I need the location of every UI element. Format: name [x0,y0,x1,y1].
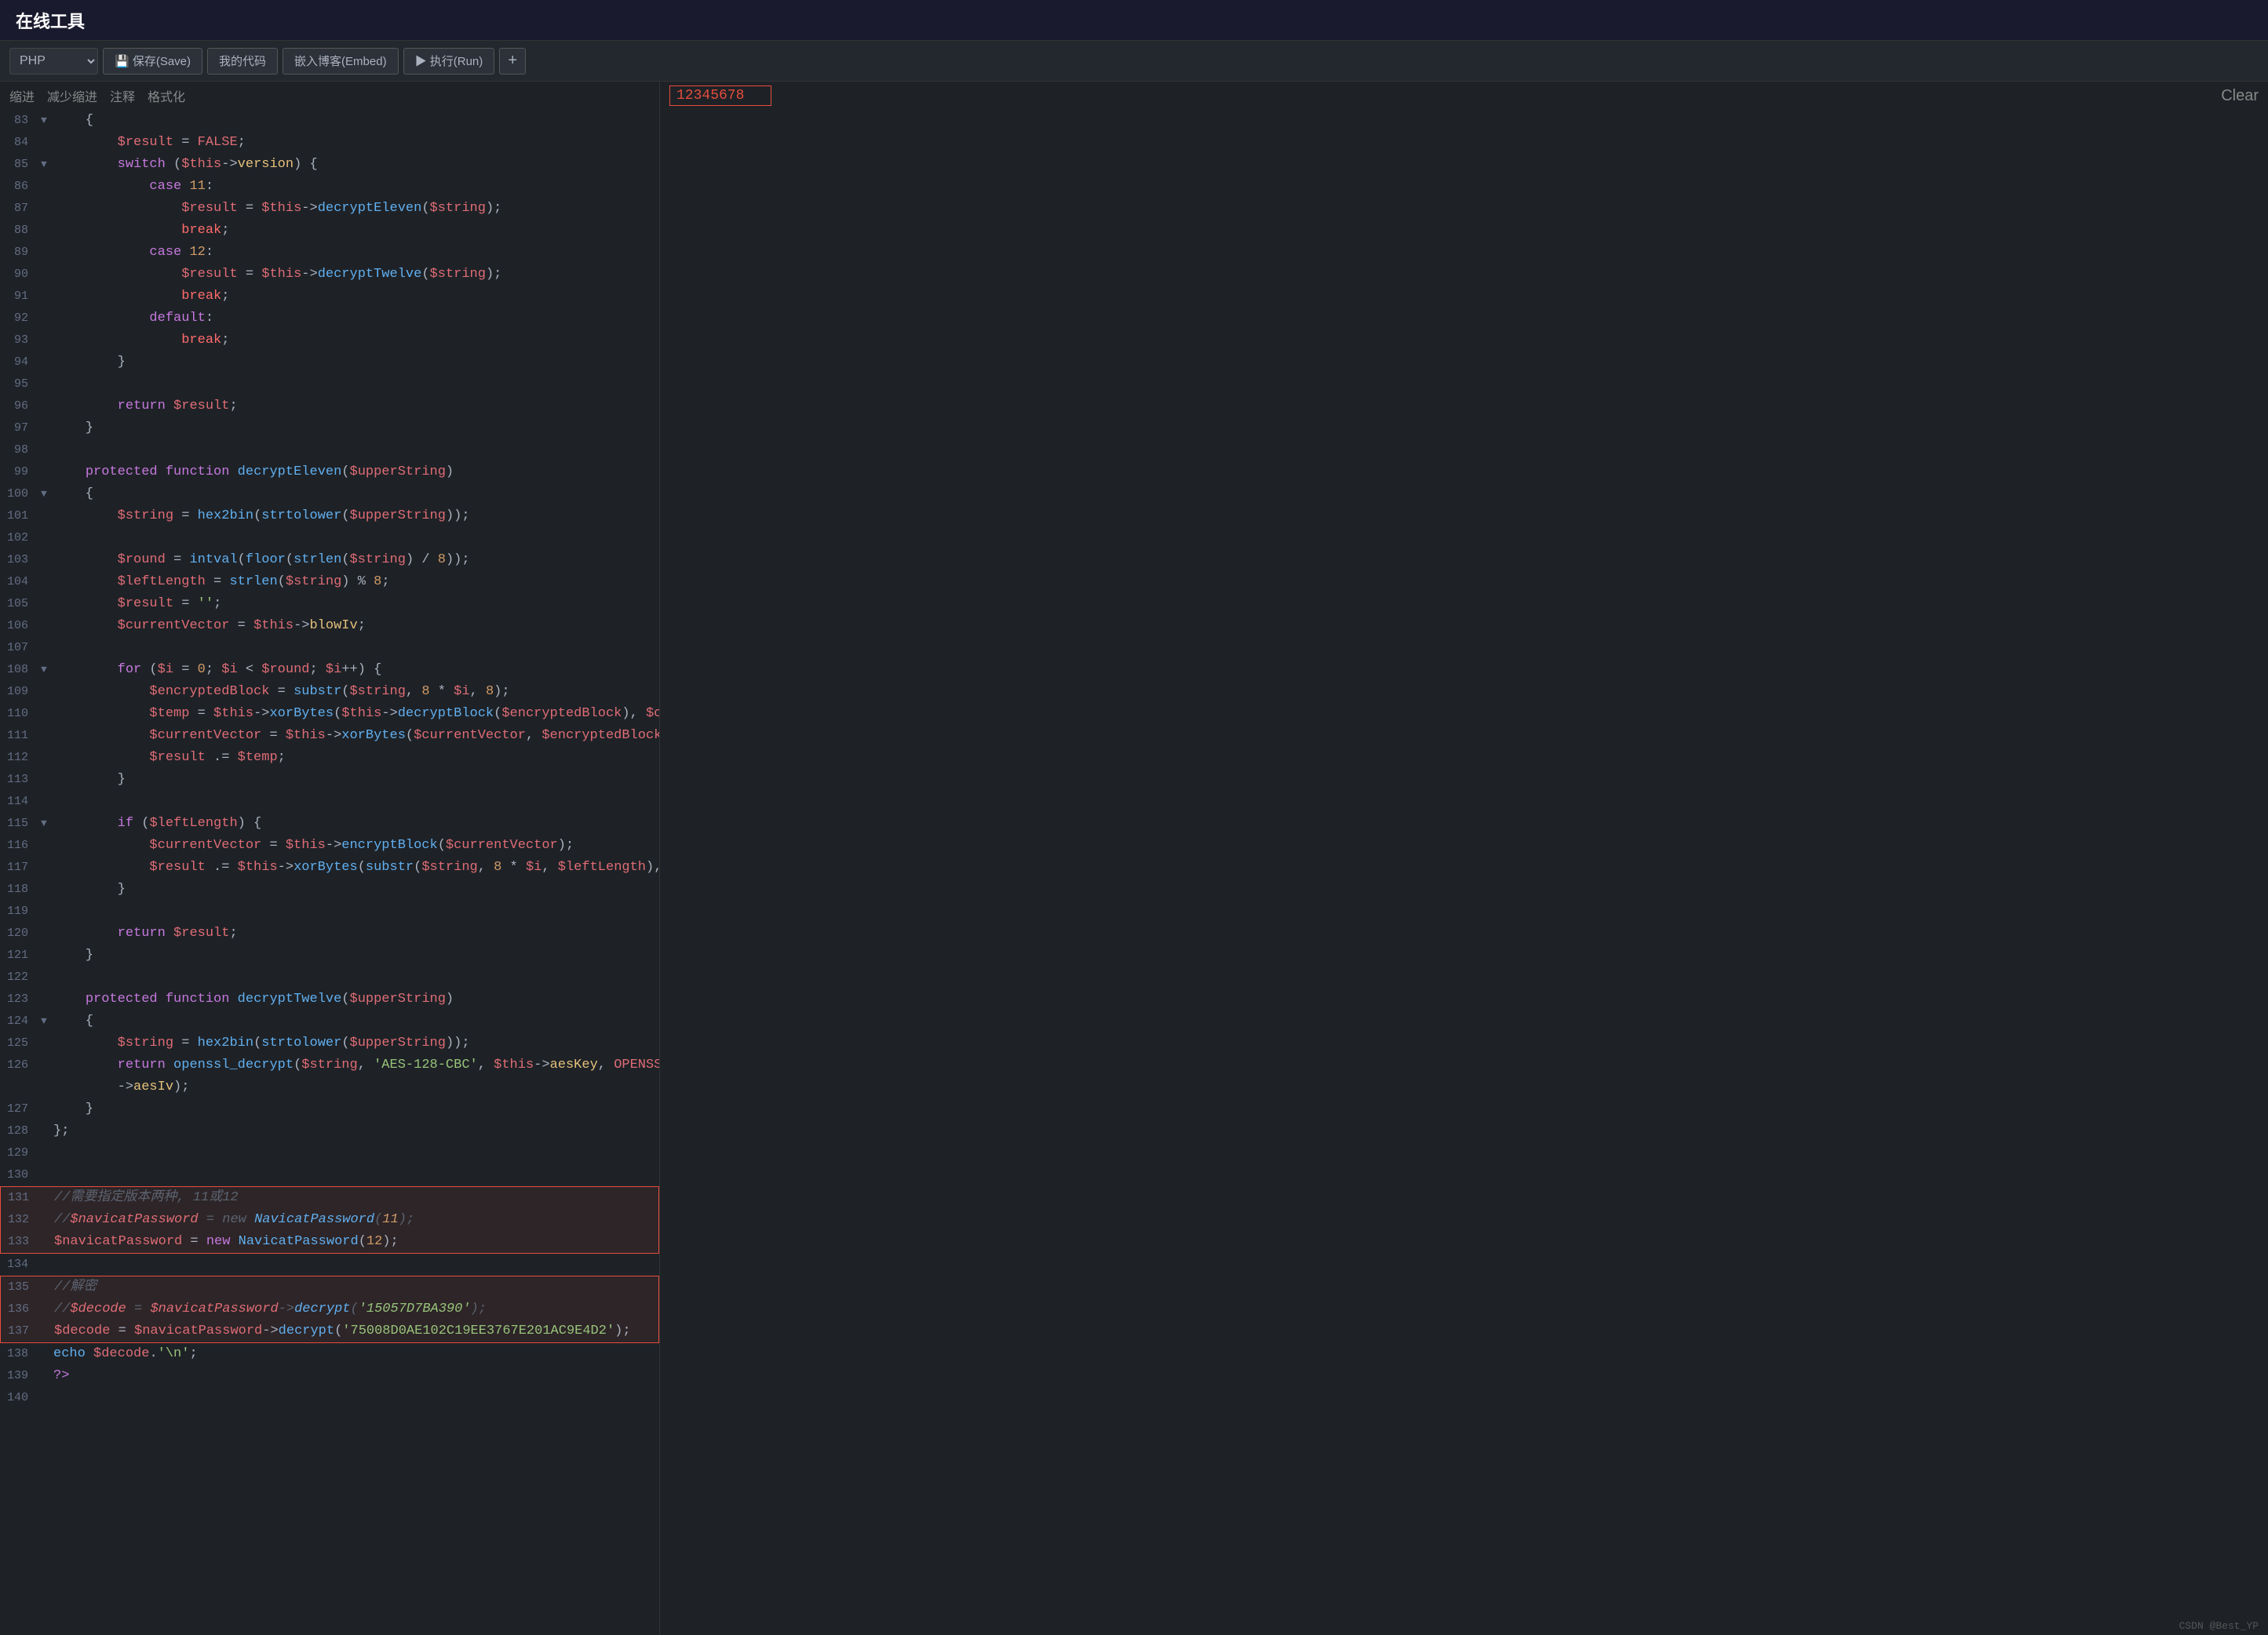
table-row: 127 } [0,1098,659,1120]
dedent-action[interactable]: 减少缩进 [47,86,97,105]
format-action[interactable]: 格式化 [148,86,185,105]
editor-toolbar: 缩进 减少缩进 注释 格式化 [0,82,659,110]
table-row: 88 break; [0,220,659,242]
code-scroll[interactable]: 83 ▼ { 84 $result = FALSE; 85 ▼ switch (… [0,110,659,1635]
clear-button[interactable]: Clear [2221,87,2259,105]
table-row: 93 break; [0,330,659,351]
table-row: 120 return $result; [0,923,659,945]
table-row: 86 case 11: [0,176,659,198]
top-bar: 在线工具 [0,0,2268,41]
table-row: 121 } [0,945,659,967]
app-title: 在线工具 [16,8,85,33]
table-row: 113 } [0,769,659,791]
table-row: 129 [0,1142,659,1164]
table-row: 139 ?> [0,1365,659,1387]
table-row: 107 [0,637,659,659]
run-button[interactable]: ▶ 执行(Run) [403,48,495,75]
table-row: ->aesIv); [0,1076,659,1098]
table-row: 98 [0,439,659,461]
table-row: 101 $string = hex2bin(strtolower($upperS… [0,505,659,527]
table-row: 99 protected function decryptEleven($upp… [0,461,659,483]
table-row: 118 } [0,879,659,901]
editor-container: 缩进 减少缩进 注释 格式化 83 ▼ { 84 $result [0,82,2268,1635]
table-row: 108 ▼ for ($i = 0; $i < $round; $i++) { [0,659,659,681]
footer: CSDN @Best_YP [2170,1617,2268,1635]
table-row: 96 return $result; [0,395,659,417]
table-row: 124 ▼ { [0,1010,659,1032]
table-row: 85 ▼ switch ($this->version) { [0,154,659,176]
embed-button[interactable]: 嵌入博客(Embed) [283,48,399,75]
toolbar: PHP JavaScript Python 💾 保存(Save) 我的代码 嵌入… [0,41,2268,82]
right-panel: Clear [659,82,2268,1635]
table-row: 126 return openssl_decrypt($string, 'AES… [0,1054,659,1076]
table-row: 87 $result = $this->decryptEleven($strin… [0,198,659,220]
table-row: 110 $temp = $this->xorBytes($this->decry… [0,703,659,725]
table-row: 103 $round = intval(floor(strlen($string… [0,549,659,571]
table-row: 105 $result = ''; [0,593,659,615]
table-row: 90 $result = $this->decryptTwelve($strin… [0,264,659,286]
table-row: 125 $string = hex2bin(strtolower($upperS… [0,1032,659,1054]
save-button[interactable]: 💾 保存(Save) [103,48,202,75]
table-row: 140 [0,1387,659,1409]
code-content: 83 ▼ { 84 $result = FALSE; 85 ▼ switch (… [0,110,659,1409]
table-row: 109 $encryptedBlock = substr($string, 8 … [0,681,659,703]
language-select[interactable]: PHP JavaScript Python [9,48,98,75]
table-row: 132 //$navicatPassword = new NavicatPass… [0,1209,659,1231]
mycode-button[interactable]: 我的代码 [207,48,278,75]
table-row: 94 } [0,351,659,373]
table-row: 136 //$decode = $navicatPassword->decryp… [0,1298,659,1320]
table-row: 128 }; [0,1120,659,1142]
right-panel-toolbar: Clear [660,82,2268,110]
table-row: 135 //解密 [0,1276,659,1298]
comment-action[interactable]: 注释 [110,86,135,105]
line-number-input[interactable] [669,86,771,106]
table-row: 122 [0,967,659,989]
table-row: 123 protected function decryptTwelve($up… [0,989,659,1010]
table-row: 137 $decode = $navicatPassword->decrypt(… [0,1320,659,1343]
table-row: 130 [0,1164,659,1186]
table-row: 89 case 12: [0,242,659,264]
table-row: 138 echo $decode.'\n'; [0,1343,659,1365]
table-row: 116 $currentVector = $this->encryptBlock… [0,835,659,857]
code-editor[interactable]: 缩进 减少缩进 注释 格式化 83 ▼ { 84 $result [0,82,659,1635]
table-row: 104 $leftLength = strlen($string) % 8; [0,571,659,593]
table-row: 102 [0,527,659,549]
table-row: 119 [0,901,659,923]
table-row: 112 $result .= $temp; [0,747,659,769]
table-row: 106 $currentVector = $this->blowIv; [0,615,659,637]
right-panel-content [660,110,2268,122]
table-row: 100 ▼ { [0,483,659,505]
footer-text: CSDN @Best_YP [2179,1620,2259,1632]
table-row: 114 [0,791,659,813]
table-row: 133 $navicatPassword = new NavicatPasswo… [0,1231,659,1254]
table-row: 97 } [0,417,659,439]
table-row: 117 $result .= $this->xorBytes(substr($s… [0,857,659,879]
table-row: 83 ▼ { [0,110,659,132]
editor-actions: 缩进 减少缩进 注释 格式化 [9,86,185,105]
add-tab-button[interactable]: + [499,48,526,75]
table-row: 92 default: [0,308,659,330]
table-row: 111 $currentVector = $this->xorBytes($cu… [0,725,659,747]
table-row: 91 break; [0,286,659,308]
table-row: 134 [0,1254,659,1276]
table-row: 115 ▼ if ($leftLength) { [0,813,659,835]
table-row: 84 $result = FALSE; [0,132,659,154]
indent-action[interactable]: 缩进 [9,86,35,105]
table-row: 95 [0,373,659,395]
table-row: 131 //需要指定版本两种, 11或12 [0,1186,659,1209]
